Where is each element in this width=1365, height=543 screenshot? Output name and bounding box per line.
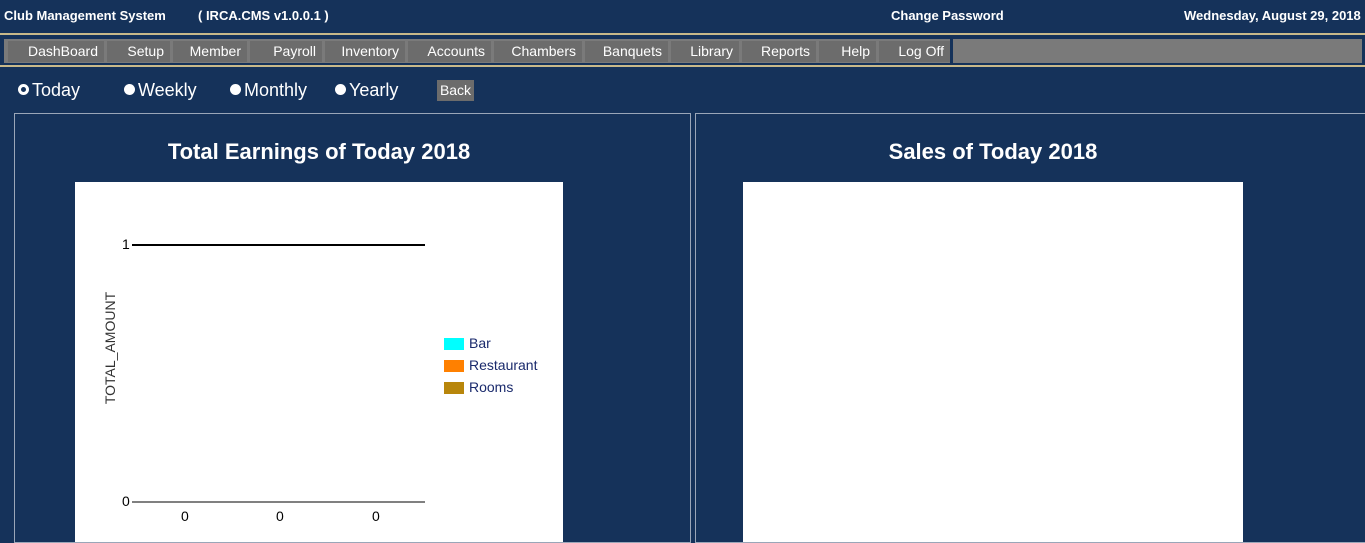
menu-wrap: DashBoard Setup Member Payroll Inventory… xyxy=(0,33,1365,67)
radio-label: Monthly xyxy=(244,80,308,100)
current-date: Wednesday, August 29, 2018 xyxy=(1184,8,1361,23)
radio-label: Today xyxy=(32,80,81,100)
radio-unchecked-icon xyxy=(124,84,135,95)
menu-logoff[interactable]: Log Off xyxy=(879,41,950,62)
legend-swatch-bar xyxy=(444,338,464,350)
menu-reports[interactable]: Reports xyxy=(742,41,816,62)
x-tick-label: 0 xyxy=(372,508,380,524)
radio-weekly[interactable]: Weekly xyxy=(124,80,197,101)
radio-checked-icon xyxy=(18,84,29,95)
app-name: Club Management System xyxy=(4,8,166,23)
legend-label-restaurant: Restaurant xyxy=(469,357,538,373)
sales-chart xyxy=(743,182,1243,542)
menu-member[interactable]: Member xyxy=(173,41,247,62)
back-button[interactable]: Back xyxy=(437,80,474,101)
radio-unchecked-icon xyxy=(230,84,241,95)
radio-today[interactable]: Today xyxy=(18,80,80,101)
radio-monthly[interactable]: Monthly xyxy=(230,80,307,101)
menu-accounts[interactable]: Accounts xyxy=(408,41,491,62)
y-tick-label: 0 xyxy=(122,493,130,509)
sales-title: Sales of Today 2018 xyxy=(888,139,1098,164)
menu-dashboard[interactable]: DashBoard xyxy=(8,41,104,62)
x-tick-label: 0 xyxy=(276,508,284,524)
radio-yearly[interactable]: Yearly xyxy=(335,80,398,101)
change-password-link[interactable]: Change Password xyxy=(891,8,1004,23)
radio-label: Yearly xyxy=(349,80,399,100)
legend-swatch-rooms xyxy=(444,382,464,394)
menu-end-separator xyxy=(950,39,953,63)
legend-label-rooms: Rooms xyxy=(469,379,514,395)
menu-banquets[interactable]: Banquets xyxy=(585,41,668,62)
earnings-chart: 1 0 0 0 0 TOTAL_AMOUNT Bar Restaurant Ro… xyxy=(75,182,563,542)
x-tick-label: 0 xyxy=(181,508,189,524)
main-menu: DashBoard Setup Member Payroll Inventory… xyxy=(4,39,1362,63)
radio-unchecked-icon xyxy=(335,84,346,95)
menu-library[interactable]: Library xyxy=(671,41,739,62)
menu-chambers[interactable]: Chambers xyxy=(494,41,582,62)
menu-setup[interactable]: Setup xyxy=(107,41,170,62)
app-version: ( IRCA.CMS v1.0.0.1 ) xyxy=(198,8,329,23)
y-axis-title: TOTAL_AMOUNT xyxy=(102,291,119,405)
radio-label: Weekly xyxy=(138,80,197,100)
menu-inventory[interactable]: Inventory xyxy=(325,41,405,62)
menu-help[interactable]: Help xyxy=(819,41,876,62)
menu-payroll[interactable]: Payroll xyxy=(250,41,322,62)
y-tick-label: 1 xyxy=(122,236,130,252)
legend-swatch-restaurant xyxy=(444,360,464,372)
top-bar: Club Management System ( IRCA.CMS v1.0.0… xyxy=(0,0,1365,31)
earnings-title: Total Earnings of Today 2018 xyxy=(167,139,471,164)
legend-label-bar: Bar xyxy=(469,335,491,351)
